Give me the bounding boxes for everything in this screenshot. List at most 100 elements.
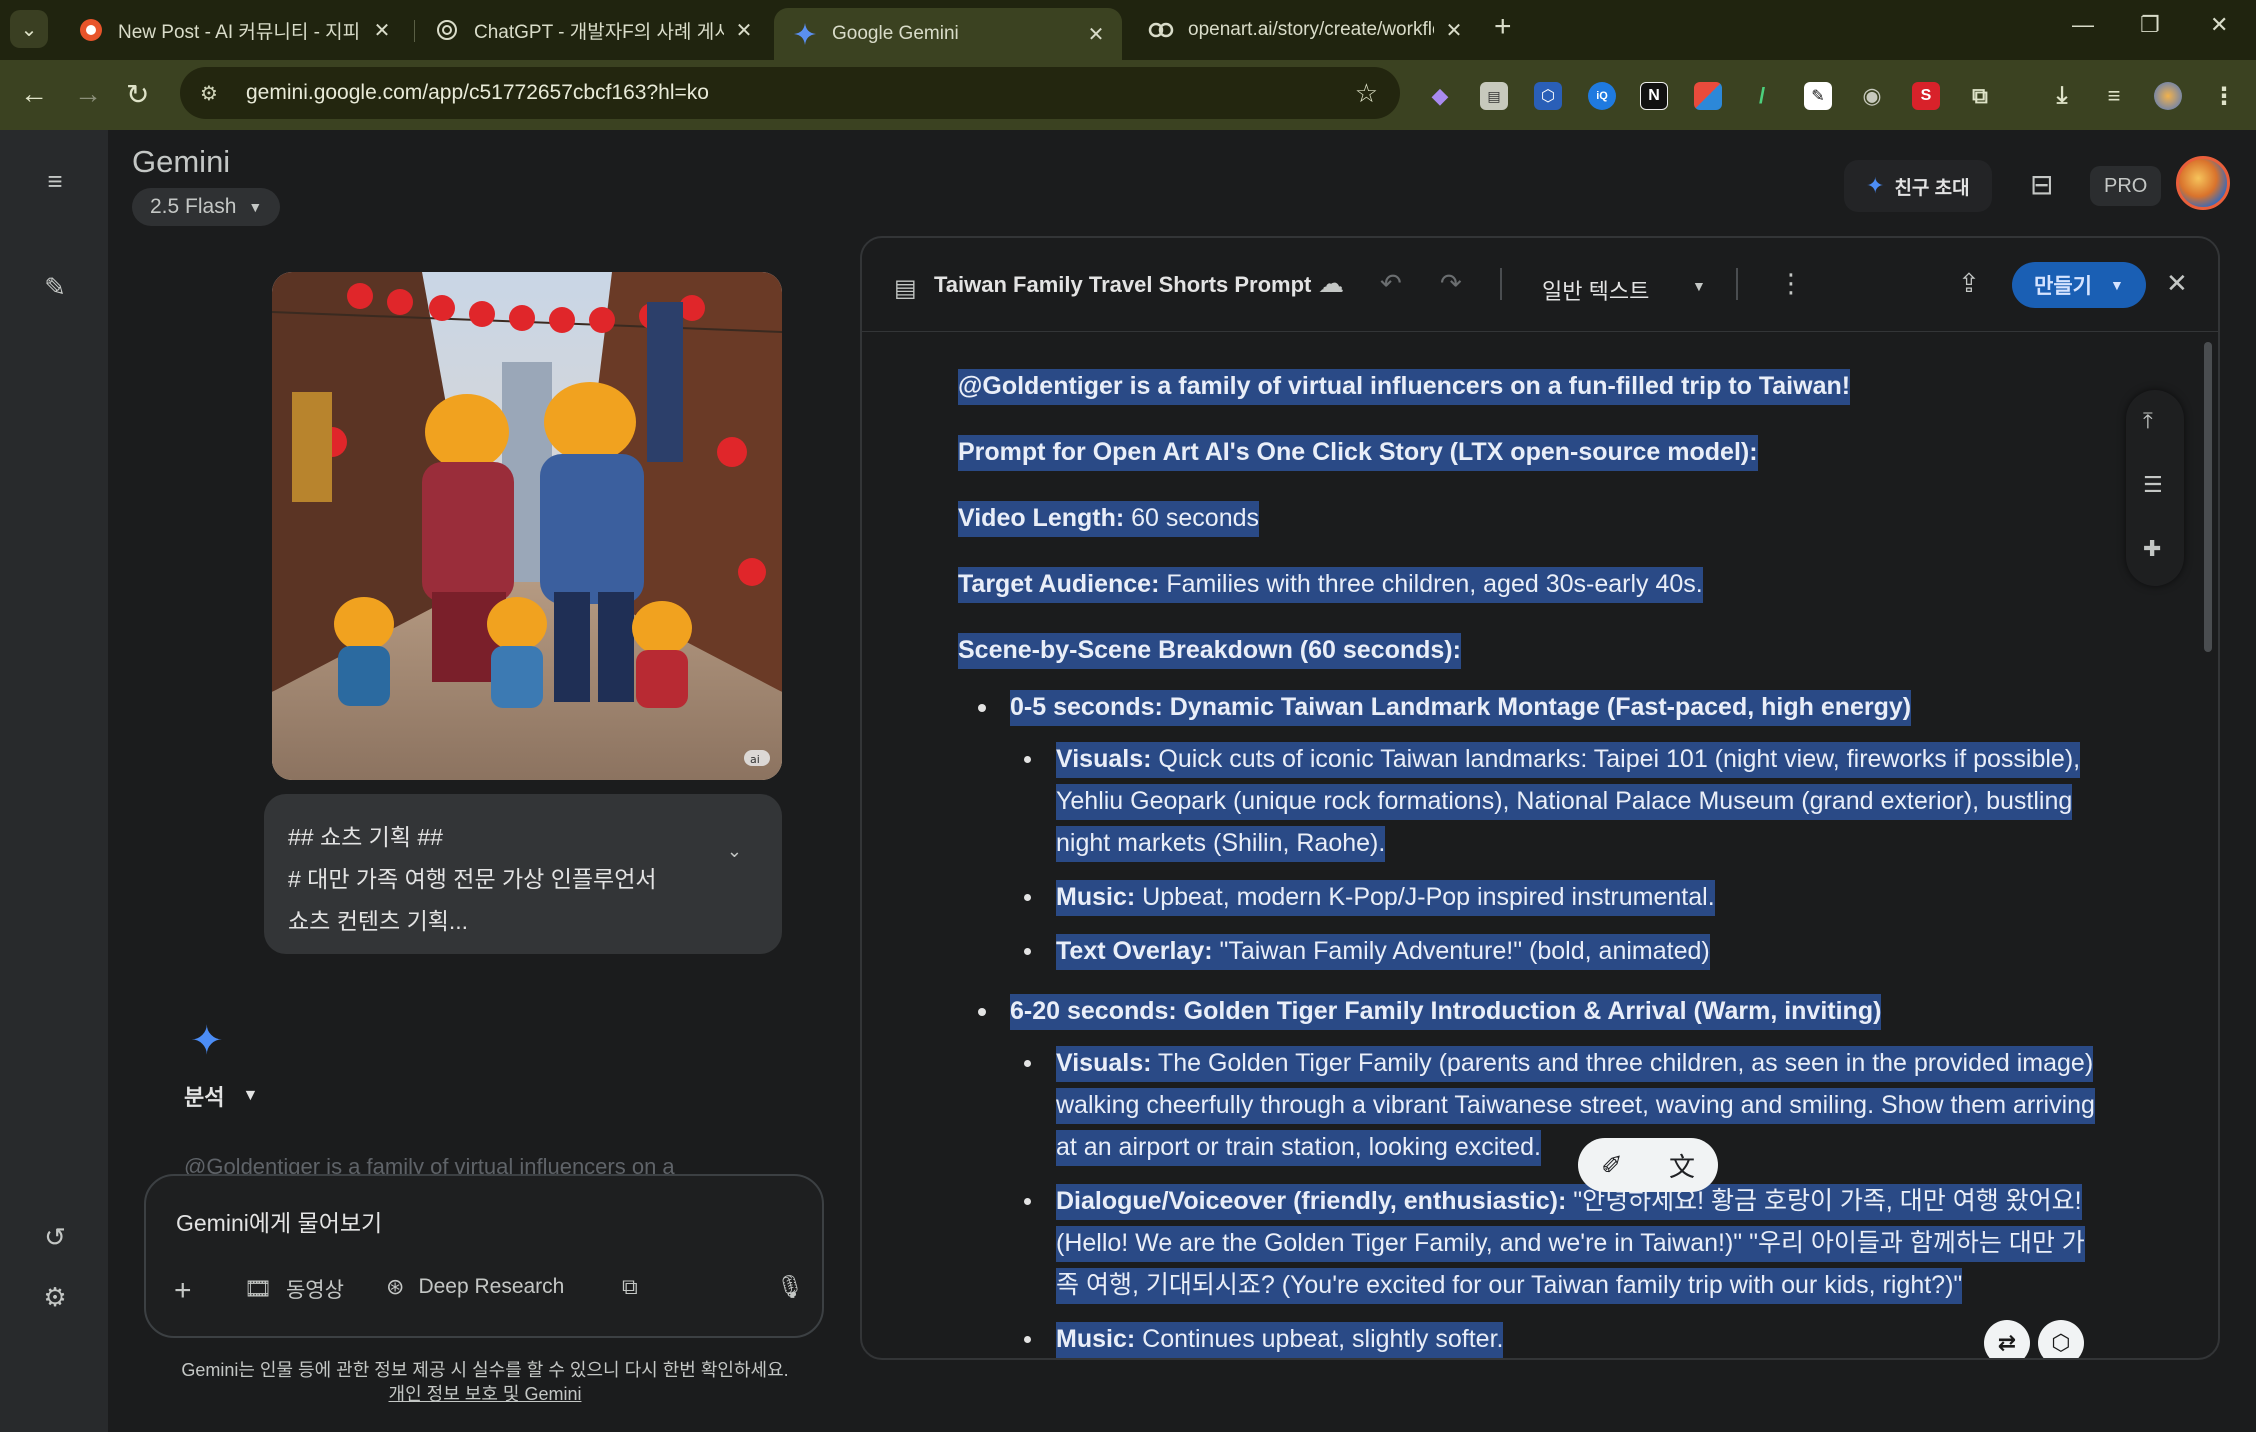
close-icon[interactable]: ✕ — [370, 18, 394, 43]
reload-button[interactable]: ↻ — [126, 78, 149, 111]
tab-search-button[interactable]: ⌄ — [10, 10, 48, 48]
deep-research-button[interactable]: ⊛ Deep Research — [386, 1274, 564, 1300]
canvas-document[interactable]: @Goldentiger is a family of virtual infl… — [958, 368, 2098, 1358]
add-button[interactable]: + — [174, 1274, 206, 1308]
extension-crystal-icon[interactable]: ◆ — [1426, 82, 1454, 110]
close-icon[interactable]: ✕ — [732, 18, 756, 43]
extension-pen-icon[interactable]: ✎ — [1804, 82, 1832, 110]
doc-text: "Taiwan Family Adventure!" (bold, animat… — [1212, 937, 1710, 965]
address-bar[interactable]: ⚙ gemini.google.com/app/c51772657cbcf163… — [180, 67, 1400, 119]
extension-iq-icon[interactable]: iQ — [1588, 82, 1616, 110]
gear-icon[interactable]: ⚙ — [38, 1280, 72, 1314]
tab-ai-community[interactable]: New Post - AI 커뮤니티 - 지피 ✕ — [60, 8, 408, 52]
bookmark-star-icon[interactable]: ☆ — [1355, 78, 1378, 109]
tab-chatgpt[interactable]: ChatGPT - 개발자F의 사례 게시 ✕ — [416, 8, 770, 52]
archive-icon[interactable]: ⊟ — [2030, 168, 2053, 201]
doc-paragraph: Target Audience: Families with three chi… — [958, 566, 2098, 603]
expand-chevron-icon[interactable]: ⌄ — [727, 830, 742, 872]
close-icon[interactable]: ✕ — [1442, 18, 1466, 43]
tab-openart[interactable]: openart.ai/story/create/workflow ✕ — [1130, 8, 1480, 52]
canvas-scrollbar[interactable] — [2204, 342, 2212, 652]
scene-title: 0-5 seconds: Dynamic Taiwan Landmark Mon… — [1010, 690, 1912, 726]
hamburger-icon[interactable]: ≡ — [38, 164, 72, 198]
close-icon[interactable]: ✕ — [2166, 268, 2188, 299]
tab-title: ChatGPT - 개발자F의 사례 게시 — [474, 21, 724, 43]
invite-friend-button[interactable]: ✦ 친구 초대 — [1844, 160, 1992, 212]
disclaimer: Gemini는 인물 등에 관한 정보 제공 시 실수를 할 수 있으니 다시 … — [130, 1358, 840, 1406]
translate-icon[interactable]: 文 — [1669, 1147, 1695, 1184]
magic-wand-icon[interactable]: ✐ — [1601, 1150, 1623, 1181]
extension-camera-icon[interactable]: ◉ — [1858, 82, 1886, 110]
doc-label: Video Length: — [958, 504, 1125, 532]
arrow-right-icon: → — [74, 78, 102, 109]
extension-grid-icon[interactable] — [1694, 82, 1722, 110]
tune-sliders-icon[interactable]: ☰ — [2143, 472, 2163, 498]
doc-paragraph: Video Length: 60 seconds — [958, 500, 2098, 537]
tab-divider — [414, 20, 415, 42]
doc-text: Upbeat, modern K-Pop/J-Pop inspired inst… — [1135, 883, 1715, 911]
share-icon[interactable]: ⇪ — [1958, 268, 1980, 299]
back-button[interactable]: ← — [20, 78, 48, 110]
more-options-icon[interactable]: ⋮ — [1778, 268, 1804, 299]
make-button[interactable]: 만들기 ▼ — [2012, 262, 2146, 308]
extension-float-button[interactable]: ⇄ — [1984, 1320, 2030, 1358]
microphone-button[interactable]: 🎙 — [776, 1274, 818, 1300]
prompt-input-box[interactable]: Gemini에게 물어보기 + 🎞 동영상 ⊛ Deep Research ⧉ … — [144, 1174, 824, 1338]
minimize-button[interactable]: — — [2072, 12, 2094, 38]
list-item: Music: Continues upbeat, slightly softer… — [1010, 1318, 2098, 1358]
canvas-header: ▤ Taiwan Family Travel Shorts Prompt ☁ ↶… — [862, 238, 2218, 332]
caret-down-icon[interactable]: ▼ — [1692, 278, 1706, 294]
user-prompt-bubble[interactable]: ## 쇼츠 기획 ## # 대만 가족 여행 전문 가상 인플루언서 쇼츠 컨텐… — [264, 794, 782, 954]
edit-icon[interactable]: ✎ — [38, 270, 72, 304]
spark-icon: ✦ — [1866, 173, 1885, 198]
prompt-input-placeholder[interactable]: Gemini에게 물어보기 — [176, 1204, 382, 1238]
tab-google-gemini[interactable]: Google Gemini ✕ — [774, 8, 1122, 60]
extension-s-icon[interactable]: S — [1912, 82, 1940, 110]
forward-button[interactable]: → — [74, 78, 102, 110]
scene-list: 0-5 seconds: Dynamic Taiwan Landmark Mon… — [958, 686, 2098, 1358]
add-comment-icon[interactable]: ✚ — [2143, 536, 2161, 562]
extensions-puzzle-icon[interactable]: ⧉ — [1966, 82, 1994, 110]
cloud-sync-icon[interactable]: ☁ — [1318, 268, 1344, 299]
canvas-tool-button[interactable]: ⧉ — [622, 1274, 652, 1300]
uploaded-image[interactable]: ai — [272, 272, 782, 780]
close-icon[interactable]: ✕ — [1084, 22, 1108, 47]
extension-printer-icon[interactable]: ▤ — [1480, 82, 1508, 110]
doc-text: @Goldentiger is a family of virtual infl… — [958, 369, 1851, 405]
kebab-menu-icon[interactable]: ⋮ — [2210, 82, 2238, 110]
gemini-favicon-icon — [792, 21, 818, 47]
browser-window: ⌄ New Post - AI 커뮤니티 - 지피 ✕ ChatGPT - 개발… — [0, 0, 2256, 1432]
redo-icon[interactable]: ↷ — [1440, 268, 1462, 299]
list-item: 6-20 seconds: Golden Tiger Family Introd… — [958, 990, 2098, 1358]
list-item: Text Overlay: "Taiwan Family Adventure!"… — [1010, 930, 2098, 972]
site-settings-icon[interactable]: ⚙ — [200, 81, 226, 106]
download-icon[interactable]: ⤓ — [2048, 82, 2076, 110]
chevron-down-icon: ▼ — [2109, 277, 2124, 293]
adjust-length-icon[interactable]: ⤒ — [2143, 408, 2153, 434]
video-tool-button[interactable]: 🎞 동영상 — [244, 1274, 344, 1304]
media-control-icon[interactable]: ≡ — [2100, 82, 2128, 110]
prompt-line: ## 쇼츠 기획 ## — [288, 824, 443, 850]
window-close-button[interactable]: ✕ — [2210, 12, 2228, 38]
privacy-link[interactable]: 개인 정보 보호 및 Gemini — [130, 1382, 840, 1406]
ai-badge: ai — [750, 753, 760, 766]
avatar[interactable] — [2176, 156, 2230, 210]
doc-label: Visuals: — [1056, 1049, 1152, 1077]
new-tab-button[interactable]: + — [1494, 10, 1512, 44]
text-style-selector[interactable]: 일반 텍스트 — [1542, 274, 1649, 306]
profile-avatar-icon[interactable] — [2154, 82, 2182, 110]
caret-down-icon: ▼ — [248, 199, 263, 215]
model-selector[interactable]: 2.5 Flash ▼ — [132, 188, 281, 226]
analysis-toggle[interactable]: 분석 ▼ — [184, 1080, 258, 1112]
notion-extension-icon[interactable]: N — [1640, 82, 1668, 110]
restore-button[interactable]: ❐ — [2140, 12, 2160, 38]
browser-toolbar: ← → ↻ ⚙ gemini.google.com/app/c51772657c… — [0, 60, 2256, 130]
undo-icon[interactable]: ↶ — [1380, 268, 1402, 299]
extension-hex-icon[interactable]: ⬡ — [1534, 82, 1562, 110]
extension-hex-float-button[interactable]: ⬡ — [2038, 1320, 2084, 1358]
extension-feather-icon[interactable]: / — [1748, 82, 1776, 110]
list-item: Visuals: The Golden Tiger Family (parent… — [1010, 1042, 2098, 1168]
header-divider — [1736, 268, 1738, 300]
history-icon[interactable]: ↺ — [38, 1220, 72, 1254]
pro-badge[interactable]: PRO — [2090, 166, 2162, 206]
